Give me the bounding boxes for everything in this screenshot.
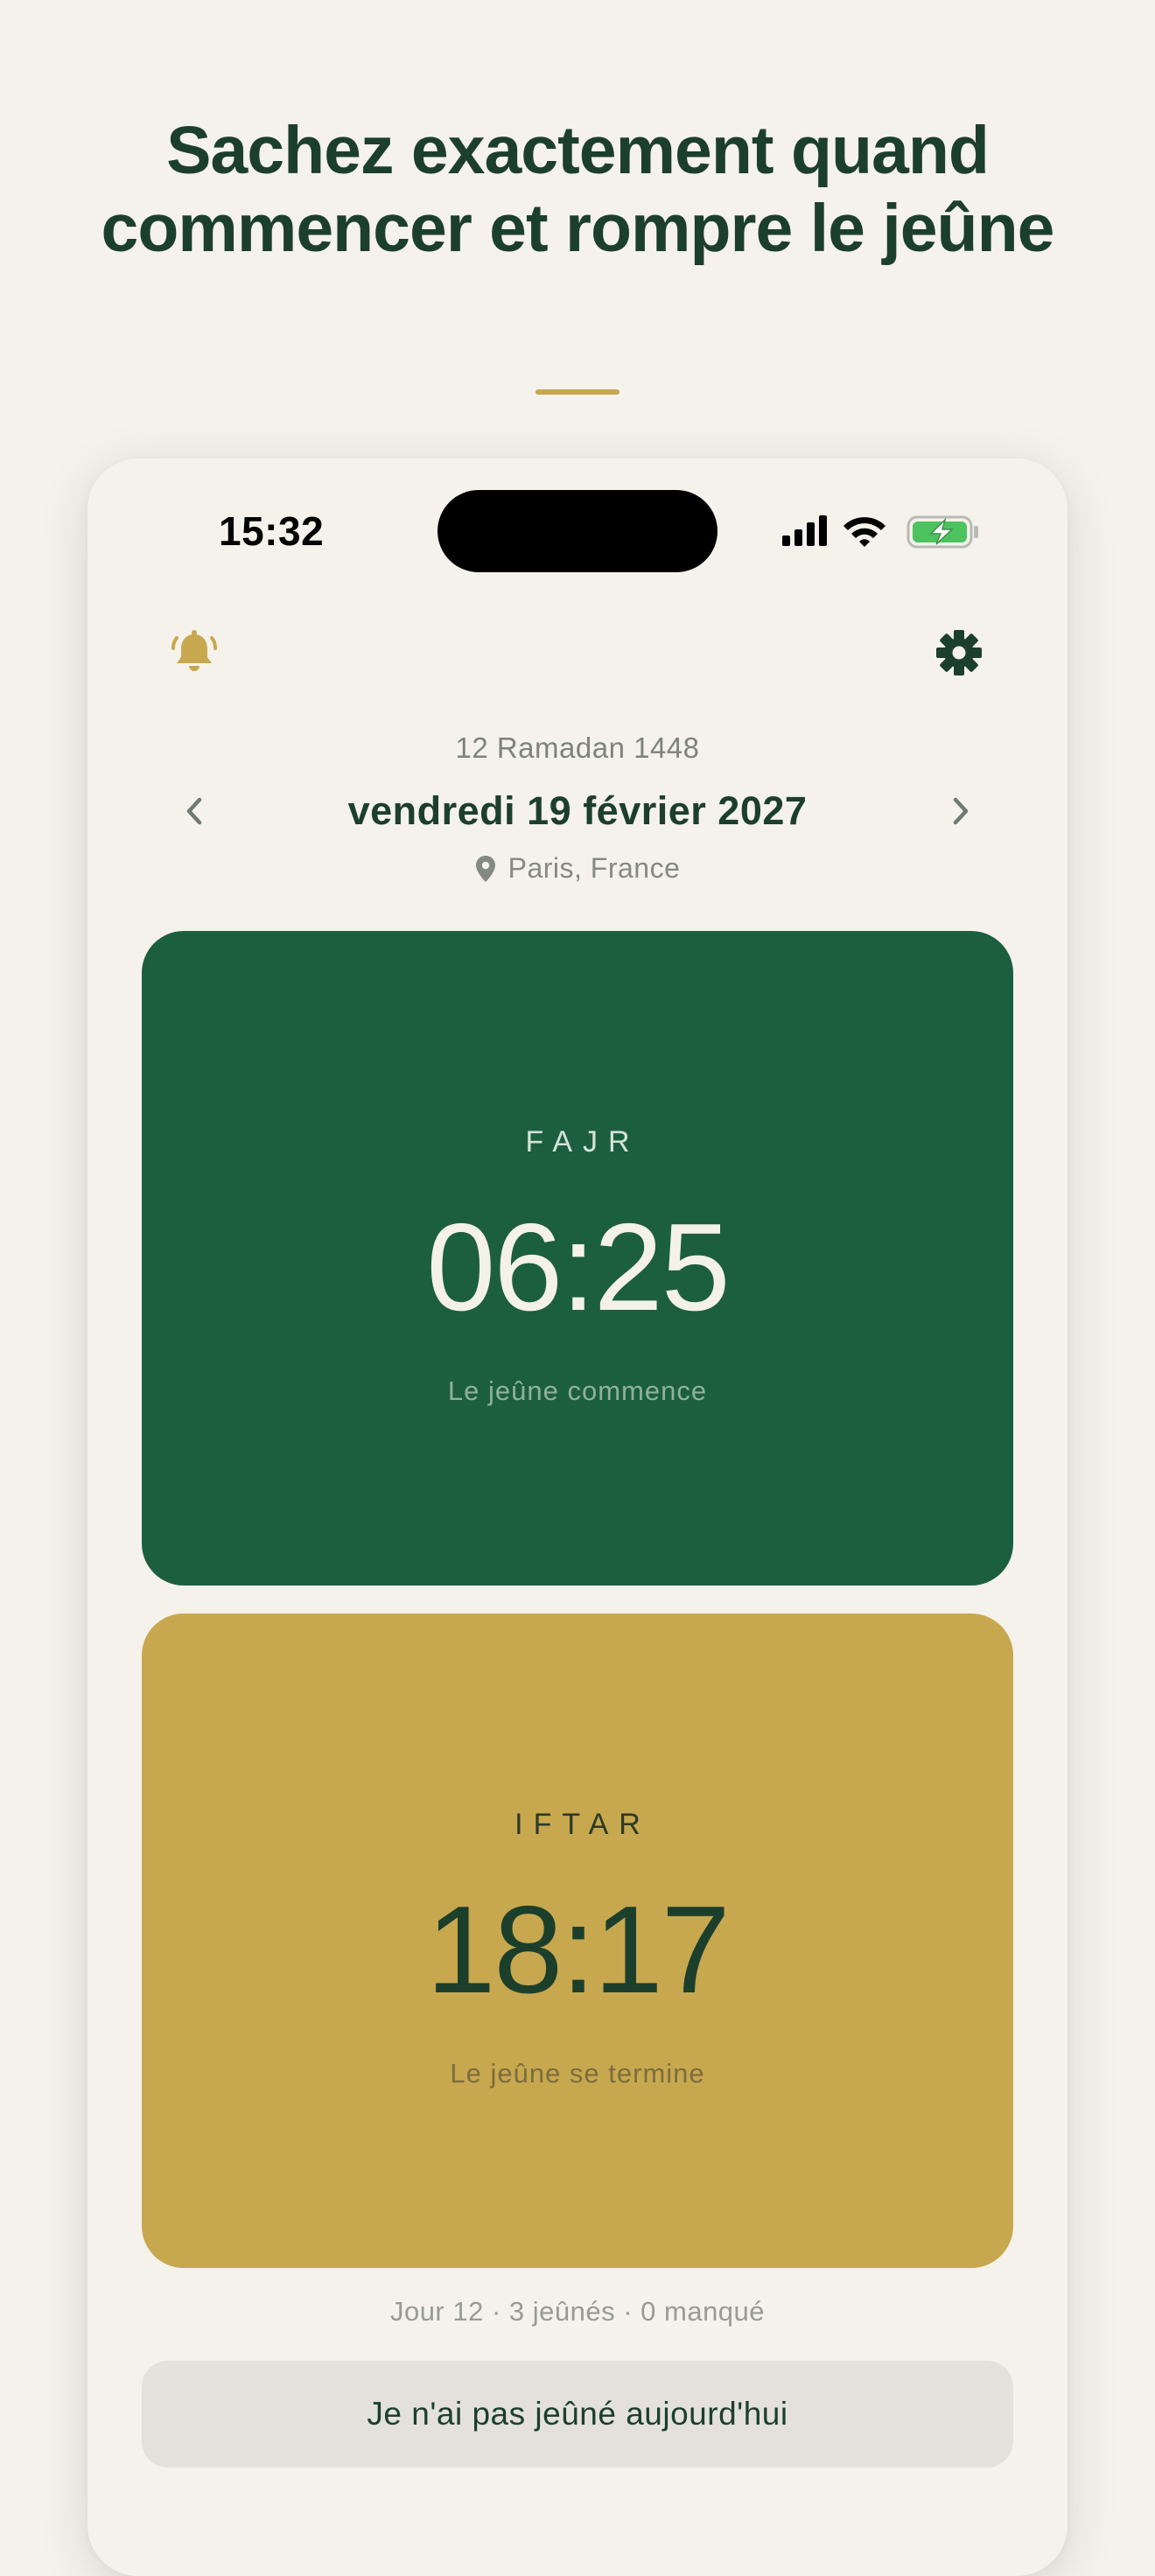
date-navigator: vendredi 19 février 2027 [88,780,1068,842]
cellular-signal-icon [782,515,827,546]
battery-charging-icon [906,515,978,549]
next-day-button[interactable] [936,788,984,835]
fajr-subtitle: Le jeûne commence [447,1376,708,1406]
iftar-card: IFTAR 18:17 Le jeûne se termine [142,1614,1013,2268]
dynamic-island [438,490,718,572]
headline-divider [536,389,620,395]
hijri-date: 12 Ramadan 1448 [455,732,700,764]
chevron-right-icon [953,797,969,825]
missed-fast-button[interactable]: Je n'ai pas jeûné aujourd'hui [142,2361,1013,2468]
fajr-label: FAJR [525,1125,640,1158]
bell-icon [172,630,217,671]
gregorian-date: vendredi 19 février 2027 [347,788,808,833]
iftar-time: 18:17 [426,1880,730,2020]
notifications-button[interactable] [159,618,229,688]
marketing-headline: Sachez exactement quand commencer et rom… [101,113,1055,266]
map-pin-icon [475,855,495,882]
iftar-label: IFTAR [514,1808,651,1841]
chevron-left-icon [186,797,202,825]
iftar-subtitle: Le jeûne se termine [450,2058,705,2089]
location-label: Paris, France [508,852,681,884]
fajr-time: 06:25 [426,1198,730,1337]
fajr-card: FAJR 06:25 Le jeûne commence [142,931,1013,1586]
phone-frame: 15:32 12 Ramadan 1448 vendredi 19 févrie… [88,458,1068,2576]
status-bar-icons [782,513,984,551]
gear-icon [936,630,982,676]
status-bar-time: 15:32 [219,508,325,554]
fasting-stats: Jour 12 · 3 jeûnés · 0 manqué [389,2296,766,2327]
location-selector[interactable]: Paris, France [88,852,1068,885]
wifi-icon [844,517,886,547]
settings-button[interactable] [924,618,994,688]
